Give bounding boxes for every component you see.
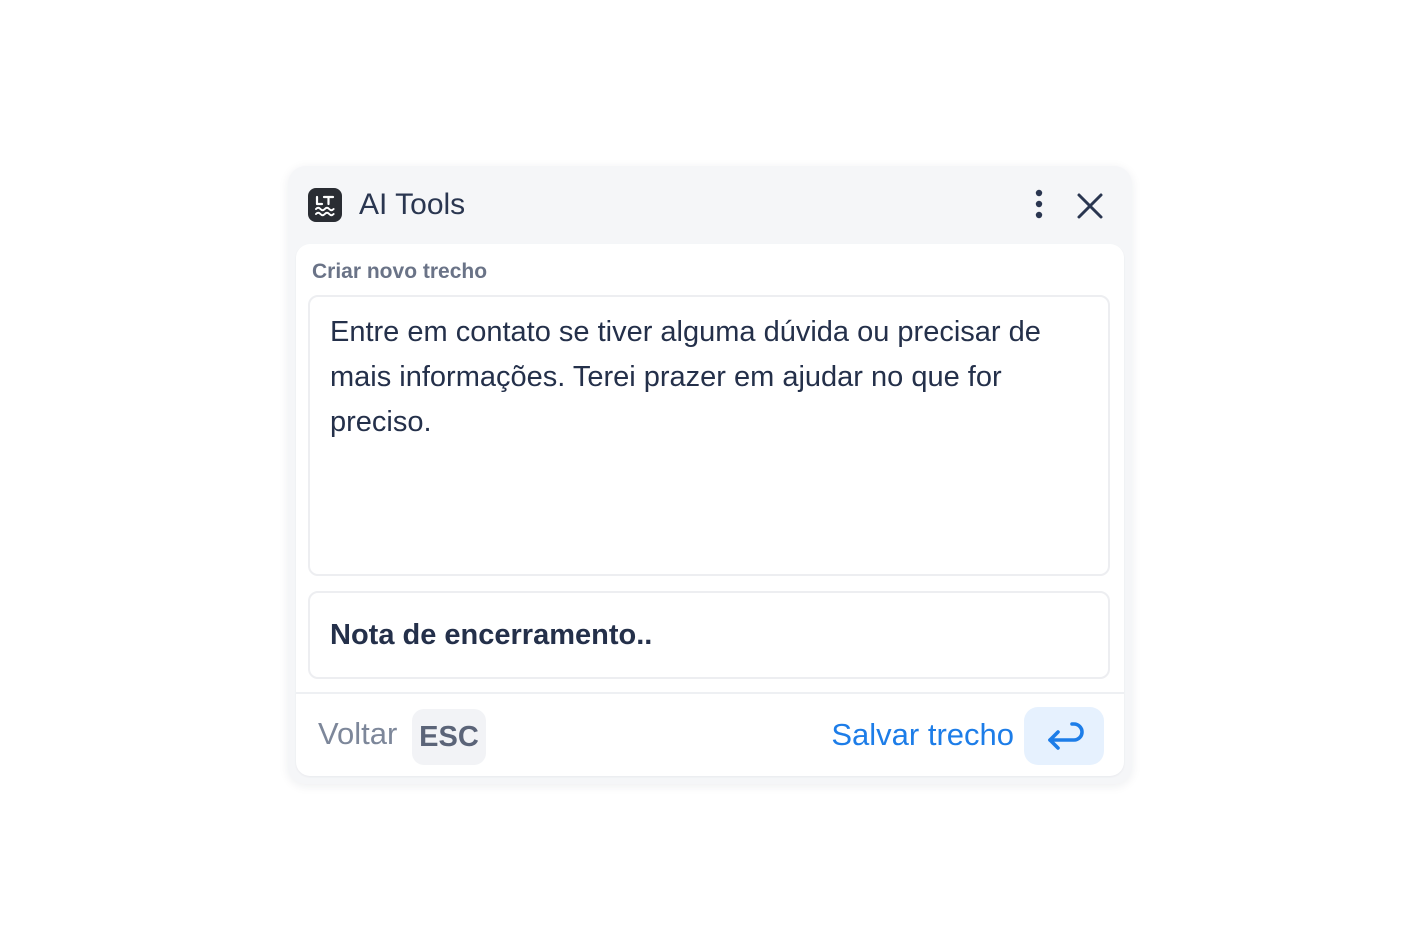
back-label: Voltar [318, 716, 398, 751]
esc-key-badge: ESC [412, 709, 486, 765]
snippet-text-area[interactable]: Entre em contato se tiver alguma dúvida … [308, 295, 1110, 576]
save-snippet-button[interactable]: Salvar trecho [826, 707, 1104, 765]
ai-tools-panel: AI Tools Criar novo trecho Entre em cont… [288, 166, 1132, 784]
note-title-field[interactable]: Nota de encerramento.. [308, 591, 1110, 679]
window-title: AI Tools [359, 188, 466, 221]
enter-key-badge [1024, 707, 1104, 765]
snippet-form-card: Criar novo trecho Entre em contato se ti… [296, 244, 1124, 776]
more-options-button[interactable] [1026, 188, 1052, 222]
footer-divider [296, 692, 1124, 694]
more-vertical-icon [1035, 189, 1043, 219]
close-icon [1077, 193, 1103, 219]
lt-logo-icon [308, 188, 342, 222]
panel-header: AI Tools [288, 166, 1132, 244]
save-label: Salvar trecho [831, 717, 1014, 752]
close-button[interactable] [1074, 190, 1106, 222]
section-label: Criar novo trecho [312, 260, 488, 283]
enter-return-icon [1048, 722, 1084, 750]
